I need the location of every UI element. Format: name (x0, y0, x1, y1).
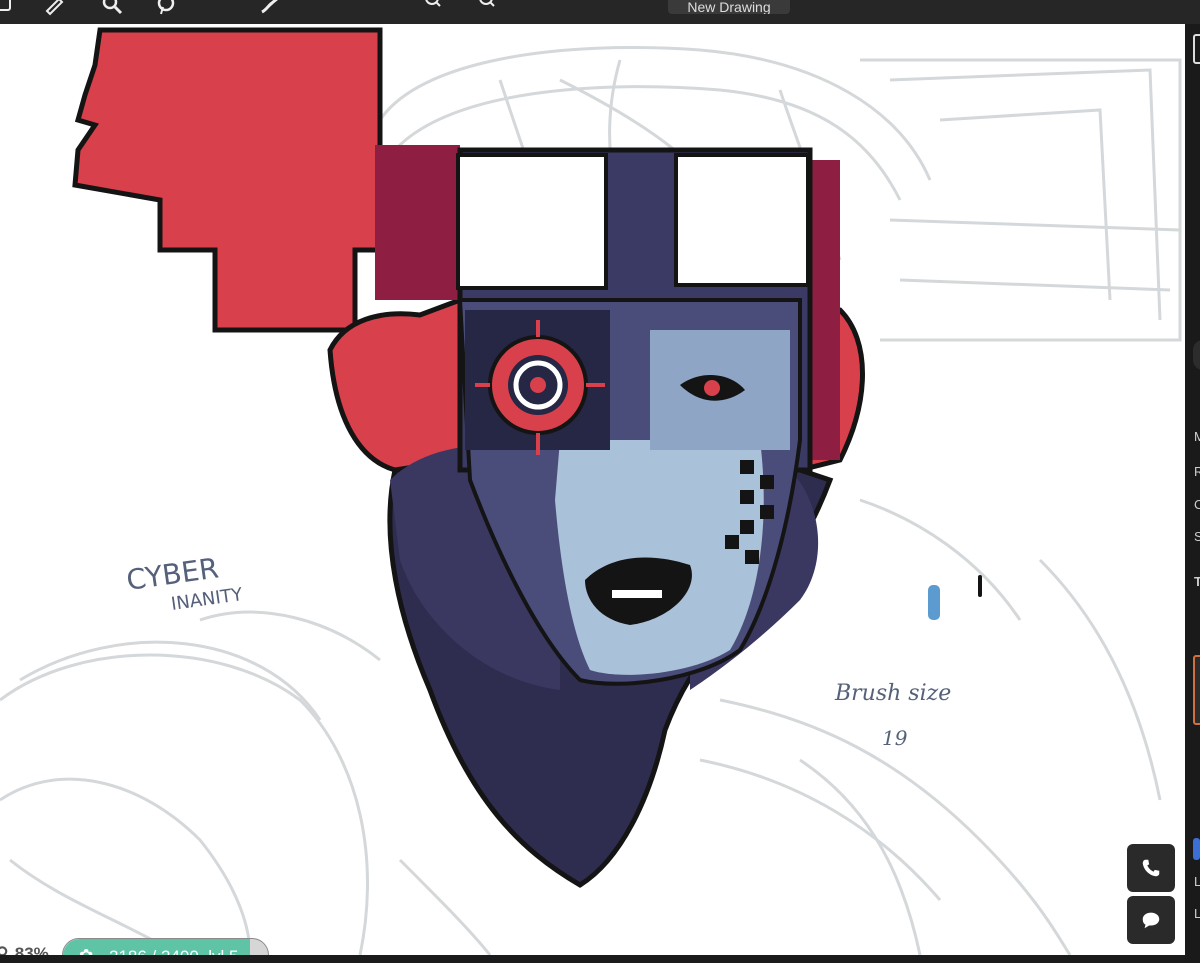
panel-letter-t: T (1194, 574, 1200, 589)
phone-button[interactable] (1127, 844, 1175, 892)
dots-icon[interactable] (364, 0, 388, 18)
panel-letter-c: C (1194, 497, 1200, 512)
drawing-canvas[interactable]: CYBER INANITY Brush size 19 ⚲ 83% ✿ 2186… (0, 24, 1185, 955)
top-toolbar: New Drawing (0, 0, 1200, 24)
zoom-icon: ⚲ (0, 944, 9, 955)
panel-letter-r: R (1194, 464, 1200, 479)
pill-feather-icon: ✿ (79, 946, 93, 955)
zoom-out-icon[interactable] (474, 0, 498, 18)
brush-size-value: 19 (882, 726, 908, 750)
panel-letter-m: M (1194, 429, 1200, 444)
helmet-panel-right (674, 153, 810, 287)
artwork: CYBER INANITY Brush size 19 (0, 27, 1182, 955)
chat-button[interactable] (1127, 896, 1175, 944)
zoom-in-icon[interactable] (420, 0, 444, 18)
pen-icon[interactable] (42, 0, 66, 18)
magnifier-icon[interactable] (100, 0, 124, 18)
phone-icon (1142, 859, 1160, 877)
chat-bubble-icon (1142, 912, 1160, 929)
brush-icon[interactable] (258, 0, 282, 18)
helmet-panel-left (456, 153, 608, 290)
brush-sample-wide (928, 585, 940, 620)
panel-color-swatch[interactable] (1193, 655, 1200, 725)
level-text: lvl 5 (208, 947, 238, 955)
right-side-panel: M R C S T L L (1185, 24, 1200, 963)
panel-letter-l2: L (1194, 906, 1200, 921)
panel-blue-button[interactable] (1193, 838, 1200, 860)
brush-size-note: Brush size (834, 681, 951, 706)
panel-letter-s: S (1194, 529, 1200, 544)
zoom-indicator[interactable]: ⚲ 83% (0, 944, 49, 955)
panel-window-icon[interactable] (1193, 34, 1200, 64)
bottom-strip (0, 955, 1185, 963)
brush-progress-pill: ✿ 2186 / 2400 lvl 5 (62, 938, 269, 955)
plus-icon[interactable] (330, 0, 354, 18)
brush-sample-thin (978, 575, 982, 597)
panel-toggle[interactable] (1193, 340, 1200, 370)
zoom-value: 83% (14, 944, 49, 955)
progress-text: 2186 / 2400 (109, 947, 199, 955)
document-title[interactable]: New Drawing (668, 0, 790, 14)
square-icon[interactable] (0, 0, 14, 18)
lasso-icon[interactable] (154, 0, 178, 18)
red-banner-shape (72, 27, 383, 333)
panel-letter-l1: L (1194, 874, 1200, 889)
